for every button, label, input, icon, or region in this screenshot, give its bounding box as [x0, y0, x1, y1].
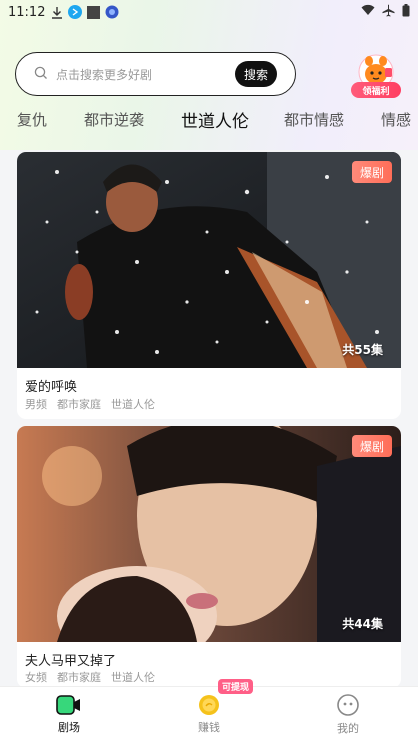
tab-urban-comeback[interactable]: 都市逆袭 [84, 109, 144, 130]
nav-earn-label: 赚钱 [198, 721, 220, 734]
category-tabs: 复仇 都市逆袭 世道人伦 都市情感 情感 [0, 106, 418, 134]
drama-tag: 世道人伦 [111, 398, 155, 411]
tab-urban-romance[interactable]: 都市情感 [284, 109, 344, 130]
drama-poster: 爆剧 共55集 [17, 152, 401, 368]
video-camera-icon [56, 695, 80, 715]
welfare-badge: 领福利 [351, 82, 401, 98]
nav-theater[interactable]: 剧场 [29, 687, 109, 743]
search-icon [34, 65, 48, 84]
bottom-nav: 剧场 赚钱 可提现 我的 [0, 679, 418, 743]
globe-app-icon [105, 5, 119, 19]
status-bar: 11:12 [0, 0, 418, 24]
tab-emotion[interactable]: 情感 [381, 109, 411, 130]
drama-poster: 爆剧 共44集 [17, 426, 401, 642]
app-notification-icon [68, 5, 83, 19]
tab-revenge[interactable]: 复仇 [17, 109, 47, 130]
drama-tag: 都市家庭 [57, 671, 101, 684]
airplane-icon [382, 4, 395, 21]
episode-count: 共55集 [342, 343, 383, 357]
search-placeholder: 点击搜索更多好剧 [56, 67, 153, 82]
drama-tags: 男频 都市家庭 世道人伦 [25, 396, 155, 412]
drama-card[interactable]: 爆剧 共55集 爱的呼唤 男频 都市家庭 世道人伦 [17, 152, 401, 419]
status-right [361, 3, 410, 21]
welfare-button[interactable]: 领福利 [351, 52, 401, 98]
drama-tags: 女频 都市家庭 世道人伦 [25, 669, 155, 685]
poster-image [17, 426, 401, 642]
episode-count: 共44集 [342, 617, 383, 631]
search-input[interactable]: 点击搜索更多好剧 搜索 [15, 52, 296, 96]
hot-badge: 爆剧 [352, 161, 392, 183]
drama-tag: 世道人伦 [111, 671, 155, 684]
wifi-icon [361, 4, 375, 20]
search-button[interactable]: 搜索 [235, 61, 277, 87]
drama-tag: 男频 [25, 398, 47, 411]
drama-title: 爱的呼唤 [25, 380, 78, 395]
drama-card[interactable]: 爆剧 共44集 夫人马甲又掉了 女频 都市家庭 世道人伦 [17, 426, 401, 688]
nav-profile[interactable]: 我的 [308, 687, 388, 743]
nav-theater-label: 剧场 [58, 721, 80, 734]
drama-title: 夫人马甲又掉了 [25, 654, 117, 669]
download-icon [51, 6, 63, 19]
poster-image [17, 152, 401, 368]
coin-icon [199, 695, 219, 715]
drama-tag: 都市家庭 [57, 398, 101, 411]
face-icon [337, 694, 359, 716]
tab-social-ethics[interactable]: 世道人伦 [181, 107, 249, 132]
square-app-icon [87, 5, 101, 19]
drama-tag: 女频 [25, 671, 47, 684]
nav-profile-label: 我的 [337, 722, 359, 735]
status-time: 11:12 [8, 4, 46, 20]
nav-earn[interactable]: 赚钱 [169, 687, 249, 743]
hot-badge: 爆剧 [352, 435, 392, 457]
battery-icon [402, 3, 410, 21]
withdraw-badge: 可提现 [218, 679, 254, 694]
